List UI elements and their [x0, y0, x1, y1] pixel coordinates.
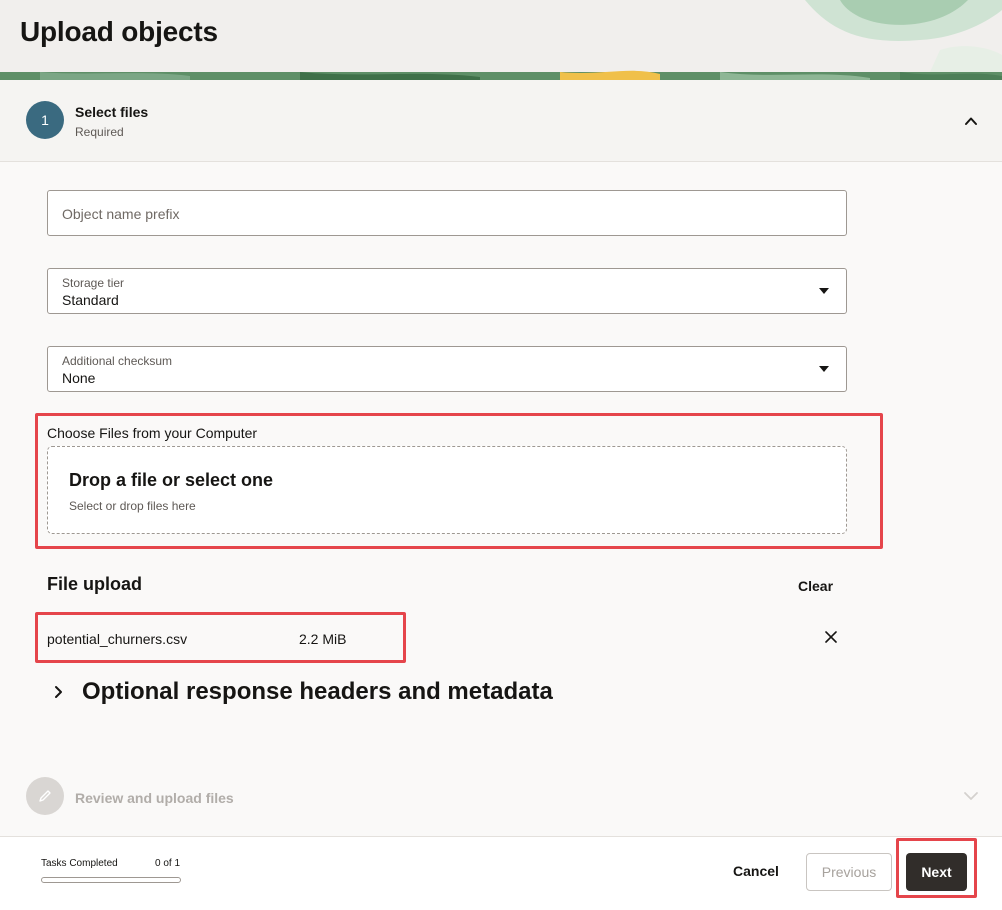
- step-number-badge: 1: [26, 101, 64, 139]
- previous-button[interactable]: Previous: [806, 853, 892, 891]
- additional-checksum-select[interactable]: Additional checksum None: [47, 346, 847, 392]
- dropzone-subtitle: Select or drop files here: [69, 499, 196, 513]
- tasks-completed-label: Tasks Completed: [41, 858, 118, 869]
- step-number: 1: [41, 112, 49, 128]
- object-name-prefix-input[interactable]: Object name prefix: [47, 190, 847, 236]
- file-dropzone[interactable]: Drop a file or select one Select or drop…: [47, 446, 847, 534]
- step-title: Select files: [75, 104, 149, 120]
- wizard-footer: Tasks Completed 0 of 1 Cancel Previous N…: [0, 836, 1002, 910]
- optional-headers-toggle[interactable]: Optional response headers and metadata: [47, 674, 553, 710]
- step-review-badge: [26, 777, 64, 815]
- additional-checksum-value: None: [62, 370, 96, 386]
- cancel-button[interactable]: Cancel: [733, 863, 779, 879]
- clear-button[interactable]: Clear: [798, 578, 833, 594]
- page-title: Upload objects: [20, 16, 218, 47]
- step-review-title: Review and upload files: [75, 790, 234, 806]
- file-upload-title: File upload: [47, 574, 143, 594]
- step-select-files-header[interactable]: 1 Select files Required: [0, 80, 1002, 162]
- page-header: Upload objects: [0, 0, 1002, 80]
- step-subtitle: Required: [75, 125, 124, 139]
- object-name-prefix-placeholder: Object name prefix: [62, 206, 180, 222]
- additional-checksum-label: Additional checksum: [62, 354, 173, 368]
- dropzone-title: Drop a file or select one: [69, 470, 274, 490]
- caret-down-icon: [819, 288, 829, 294]
- close-icon: [825, 631, 837, 643]
- storage-tier-label: Storage tier: [62, 276, 125, 290]
- collapse-step-button[interactable]: [960, 110, 982, 132]
- pencil-icon: [39, 790, 51, 802]
- tasks-completed-count: 0 of 1: [155, 858, 181, 869]
- storage-tier-value: Standard: [62, 292, 119, 308]
- storage-tier-select[interactable]: Storage tier Standard: [47, 268, 847, 314]
- file-name: potential_churners.csv: [47, 631, 188, 647]
- chevron-up-icon: [965, 117, 977, 125]
- caret-down-icon: [819, 366, 829, 372]
- file-size: 2.2 MiB: [299, 631, 347, 647]
- tasks-progress-bar: [41, 877, 181, 883]
- chevron-right-icon: [55, 686, 62, 698]
- next-button[interactable]: Next: [906, 853, 967, 891]
- chevron-down-icon: [964, 792, 978, 800]
- optional-headers-title: Optional response headers and metadata: [82, 678, 553, 705]
- choose-files-label: Choose Files from your Computer: [47, 425, 258, 441]
- remove-file-button[interactable]: [822, 628, 840, 646]
